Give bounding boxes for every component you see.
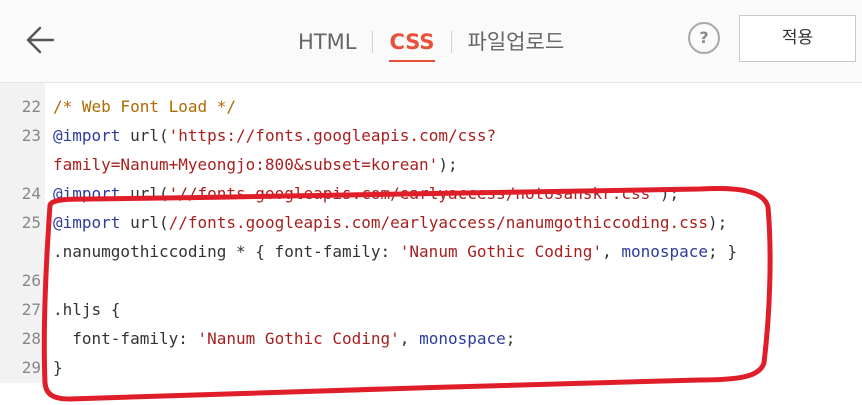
tab-divider: [450, 31, 452, 53]
code-token: ;: [505, 329, 516, 348]
code-token: 'Nanum Gothic Coding': [399, 242, 603, 261]
code-text: @import url('https://fonts.googleapis.co…: [53, 121, 496, 150]
help-icon[interactable]: ?: [688, 22, 720, 54]
code-token: 'Nanum Gothic Coding': [197, 329, 400, 348]
code-line[interactable]: 28 font-family: 'Nanum Gothic Coding', m…: [0, 324, 862, 353]
line-number: 27: [21, 300, 41, 319]
back-arrow-icon[interactable]: [22, 20, 62, 60]
code-line[interactable]: 22 /* Web Font Load */: [0, 92, 862, 121]
code-line[interactable]: family=Nanum+Myeongjo:800&subset=korean'…: [0, 150, 862, 179]
code-token: ,: [399, 329, 420, 348]
code-token: .nanumgothiccoding * { font-family:: [53, 242, 400, 261]
line-number: 24: [21, 184, 41, 203]
code-line[interactable]: 24 @import url('//fonts.googleapis.com/ea…: [0, 179, 862, 208]
code-token: family=Nanum+Myeongjo:800&subset=korean': [53, 155, 439, 174]
line-number: 26: [21, 271, 41, 290]
tab-divider: [372, 31, 374, 53]
code-token: }: [53, 358, 63, 377]
code-text: }: [53, 353, 63, 382]
code-text: .hljs {: [53, 295, 120, 324]
code-line[interactable]: 26: [0, 266, 862, 295]
code-text: @import url(//fonts.googleapis.com/early…: [53, 208, 727, 237]
code-token: url(: [120, 126, 169, 145]
tab-html[interactable]: HTML: [298, 24, 356, 60]
tab-css[interactable]: CSS: [389, 24, 435, 62]
code-token: );: [708, 213, 728, 232]
editor-toolbar: HTML CSS 파일업로드 ? 적용: [0, 0, 862, 83]
code-token: ; }: [708, 242, 737, 261]
tab-file-upload[interactable]: 파일업로드: [468, 24, 565, 60]
code-token: '//fonts.googleapis.com/earlyaccess/noto…: [168, 184, 660, 203]
code-token: url(: [120, 184, 169, 203]
code-text: @import url('//fonts.googleapis.com/earl…: [53, 179, 679, 208]
code-line[interactable]: 25 @import url(//fonts.googleapis.com/ear…: [0, 208, 862, 237]
code-line[interactable]: 27 .hljs {: [0, 295, 862, 324]
apply-button[interactable]: 적용: [739, 15, 856, 62]
code-token: );: [438, 155, 458, 174]
code-text: /* Web Font Load */: [53, 92, 236, 121]
code-token: /* Web Font Load */: [53, 97, 237, 116]
code-token: ,: [602, 242, 622, 261]
code-line[interactable]: 23 @import url('https://fonts.googleapis.…: [0, 121, 862, 150]
line-number: 28: [21, 329, 41, 348]
code-token: 'https://fonts.googleapis.com/css?: [168, 126, 497, 145]
code-token: //fonts.googleapis.com/earlyaccess/nanum…: [168, 213, 709, 232]
code-line[interactable]: .nanumgothiccoding * { font-family: 'Nan…: [0, 237, 862, 266]
code-token: @import: [53, 184, 121, 203]
code-text: .nanumgothiccoding * { font-family: 'Nan…: [53, 237, 737, 266]
code-token: @import: [53, 213, 121, 232]
line-number: 22: [21, 97, 41, 116]
code-token: url(: [120, 213, 169, 232]
code-token: monospace: [621, 242, 709, 261]
line-number: 29: [21, 358, 41, 377]
code-editor[interactable]: 22/* Web Font Load */23 @import url('http…: [0, 83, 862, 405]
code-token: @import: [53, 126, 121, 145]
editor-tabs: HTML CSS 파일업로드: [298, 24, 565, 62]
code-token: );: [659, 184, 680, 203]
code-text: font-family: 'Nanum Gothic Coding', mono…: [53, 324, 515, 353]
code-line[interactable]: 29}: [0, 353, 862, 382]
code-token: .hljs {: [53, 300, 121, 319]
code-token: font-family:: [53, 329, 198, 348]
line-number: 23: [21, 126, 41, 145]
line-number: 25: [21, 213, 41, 232]
code-text: family=Nanum+Myeongjo:800&subset=korean'…: [53, 150, 458, 179]
code-token: monospace: [419, 329, 506, 348]
